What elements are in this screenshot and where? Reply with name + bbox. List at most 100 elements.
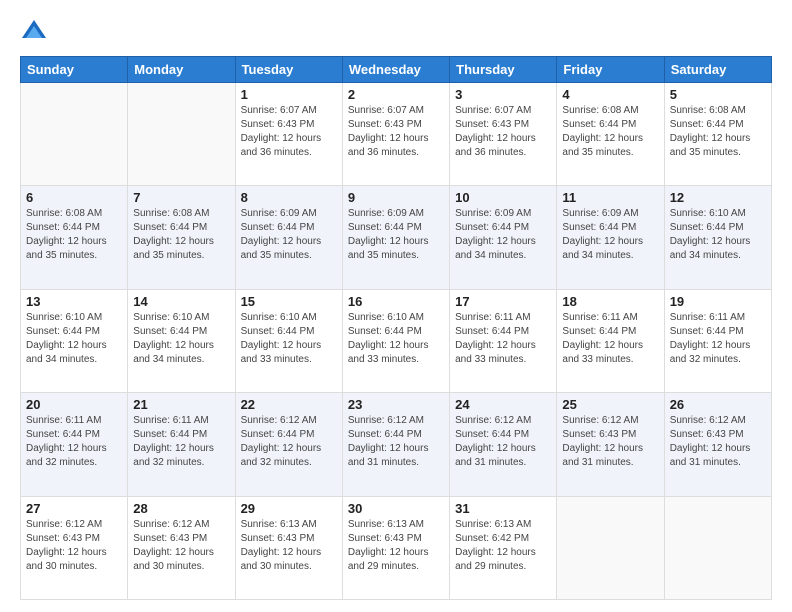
calendar-cell: 9 Sunrise: 6:09 AM Sunset: 6:44 PM Daylig… xyxy=(342,186,449,289)
day-detail: Sunrise: 6:09 AM Sunset: 6:44 PM Dayligh… xyxy=(241,207,337,263)
day-detail: Sunrise: 6:10 AM Sunset: 6:44 PM Dayligh… xyxy=(348,311,444,367)
day-number: 31 xyxy=(455,501,551,516)
day-number: 4 xyxy=(562,87,658,102)
day-detail: Sunrise: 6:10 AM Sunset: 6:44 PM Dayligh… xyxy=(670,207,766,263)
day-number: 18 xyxy=(562,294,658,309)
day-number: 6 xyxy=(26,190,122,205)
day-detail: Sunrise: 6:11 AM Sunset: 6:44 PM Dayligh… xyxy=(26,414,122,470)
day-number: 14 xyxy=(133,294,229,309)
day-detail: Sunrise: 6:09 AM Sunset: 6:44 PM Dayligh… xyxy=(348,207,444,263)
day-number: 22 xyxy=(241,397,337,412)
day-detail: Sunrise: 6:10 AM Sunset: 6:44 PM Dayligh… xyxy=(26,311,122,367)
calendar-cell: 20 Sunrise: 6:11 AM Sunset: 6:44 PM Dayli… xyxy=(21,393,128,496)
calendar-cell xyxy=(557,496,664,599)
day-number: 20 xyxy=(26,397,122,412)
day-number: 3 xyxy=(455,87,551,102)
day-detail: Sunrise: 6:12 AM Sunset: 6:44 PM Dayligh… xyxy=(348,414,444,470)
day-number: 26 xyxy=(670,397,766,412)
day-number: 27 xyxy=(26,501,122,516)
calendar-week-row: 20 Sunrise: 6:11 AM Sunset: 6:44 PM Dayli… xyxy=(21,393,772,496)
day-number: 21 xyxy=(133,397,229,412)
day-detail: Sunrise: 6:12 AM Sunset: 6:44 PM Dayligh… xyxy=(241,414,337,470)
calendar-day-header: Monday xyxy=(128,57,235,83)
header xyxy=(20,18,772,46)
day-number: 30 xyxy=(348,501,444,516)
day-detail: Sunrise: 6:12 AM Sunset: 6:43 PM Dayligh… xyxy=(26,518,122,574)
calendar-week-row: 1 Sunrise: 6:07 AM Sunset: 6:43 PM Daylig… xyxy=(21,83,772,186)
logo-icon xyxy=(20,18,48,46)
day-detail: Sunrise: 6:13 AM Sunset: 6:43 PM Dayligh… xyxy=(348,518,444,574)
day-detail: Sunrise: 6:11 AM Sunset: 6:44 PM Dayligh… xyxy=(133,414,229,470)
calendar-week-row: 6 Sunrise: 6:08 AM Sunset: 6:44 PM Daylig… xyxy=(21,186,772,289)
calendar-day-header: Saturday xyxy=(664,57,771,83)
calendar-day-header: Thursday xyxy=(450,57,557,83)
calendar-cell: 27 Sunrise: 6:12 AM Sunset: 6:43 PM Dayli… xyxy=(21,496,128,599)
day-number: 19 xyxy=(670,294,766,309)
calendar-cell: 14 Sunrise: 6:10 AM Sunset: 6:44 PM Dayli… xyxy=(128,289,235,392)
calendar-cell: 15 Sunrise: 6:10 AM Sunset: 6:44 PM Dayli… xyxy=(235,289,342,392)
day-detail: Sunrise: 6:13 AM Sunset: 6:42 PM Dayligh… xyxy=(455,518,551,574)
calendar-cell: 21 Sunrise: 6:11 AM Sunset: 6:44 PM Dayli… xyxy=(128,393,235,496)
day-detail: Sunrise: 6:07 AM Sunset: 6:43 PM Dayligh… xyxy=(241,104,337,160)
day-number: 28 xyxy=(133,501,229,516)
day-number: 16 xyxy=(348,294,444,309)
calendar-cell: 11Sunrise: 6:09 AM Sunset: 6:44 PM Dayli… xyxy=(557,186,664,289)
day-detail: Sunrise: 6:07 AM Sunset: 6:43 PM Dayligh… xyxy=(455,104,551,160)
calendar-cell xyxy=(21,83,128,186)
day-number: 13 xyxy=(26,294,122,309)
day-number: 9 xyxy=(348,190,444,205)
calendar-week-row: 13 Sunrise: 6:10 AM Sunset: 6:44 PM Dayli… xyxy=(21,289,772,392)
calendar-day-header: Sunday xyxy=(21,57,128,83)
calendar-cell: 31 Sunrise: 6:13 AM Sunset: 6:42 PM Dayli… xyxy=(450,496,557,599)
calendar-cell: 29 Sunrise: 6:13 AM Sunset: 6:43 PM Dayli… xyxy=(235,496,342,599)
calendar-cell: 16 Sunrise: 6:10 AM Sunset: 6:44 PM Dayli… xyxy=(342,289,449,392)
calendar-day-header: Friday xyxy=(557,57,664,83)
calendar-cell: 17Sunrise: 6:11 AM Sunset: 6:44 PM Dayli… xyxy=(450,289,557,392)
calendar-day-header: Tuesday xyxy=(235,57,342,83)
calendar-cell: 23Sunrise: 6:12 AM Sunset: 6:44 PM Dayli… xyxy=(342,393,449,496)
calendar-cell: 19 Sunrise: 6:11 AM Sunset: 6:44 PM Dayli… xyxy=(664,289,771,392)
day-number: 1 xyxy=(241,87,337,102)
calendar-cell: 4 Sunrise: 6:08 AM Sunset: 6:44 PM Daylig… xyxy=(557,83,664,186)
day-number: 5 xyxy=(670,87,766,102)
day-number: 29 xyxy=(241,501,337,516)
day-number: 8 xyxy=(241,190,337,205)
calendar-cell: 22 Sunrise: 6:12 AM Sunset: 6:44 PM Dayli… xyxy=(235,393,342,496)
calendar-cell: 7 Sunrise: 6:08 AM Sunset: 6:44 PM Daylig… xyxy=(128,186,235,289)
day-detail: Sunrise: 6:08 AM Sunset: 6:44 PM Dayligh… xyxy=(133,207,229,263)
day-detail: Sunrise: 6:07 AM Sunset: 6:43 PM Dayligh… xyxy=(348,104,444,160)
day-detail: Sunrise: 6:09 AM Sunset: 6:44 PM Dayligh… xyxy=(562,207,658,263)
day-number: 25 xyxy=(562,397,658,412)
day-detail: Sunrise: 6:10 AM Sunset: 6:44 PM Dayligh… xyxy=(133,311,229,367)
day-detail: Sunrise: 6:13 AM Sunset: 6:43 PM Dayligh… xyxy=(241,518,337,574)
day-number: 7 xyxy=(133,190,229,205)
day-detail: Sunrise: 6:09 AM Sunset: 6:44 PM Dayligh… xyxy=(455,207,551,263)
calendar-cell: 12Sunrise: 6:10 AM Sunset: 6:44 PM Dayli… xyxy=(664,186,771,289)
calendar-cell: 25Sunrise: 6:12 AM Sunset: 6:43 PM Dayli… xyxy=(557,393,664,496)
day-detail: Sunrise: 6:10 AM Sunset: 6:44 PM Dayligh… xyxy=(241,311,337,367)
calendar-cell: 18 Sunrise: 6:11 AM Sunset: 6:44 PM Dayli… xyxy=(557,289,664,392)
calendar-cell: 10Sunrise: 6:09 AM Sunset: 6:44 PM Dayli… xyxy=(450,186,557,289)
calendar-cell: 6 Sunrise: 6:08 AM Sunset: 6:44 PM Daylig… xyxy=(21,186,128,289)
calendar-cell: 5 Sunrise: 6:08 AM Sunset: 6:44 PM Daylig… xyxy=(664,83,771,186)
calendar-cell: 13 Sunrise: 6:10 AM Sunset: 6:44 PM Dayli… xyxy=(21,289,128,392)
calendar-cell: 2 Sunrise: 6:07 AM Sunset: 6:43 PM Daylig… xyxy=(342,83,449,186)
calendar-cell: 8 Sunrise: 6:09 AM Sunset: 6:44 PM Daylig… xyxy=(235,186,342,289)
day-detail: Sunrise: 6:08 AM Sunset: 6:44 PM Dayligh… xyxy=(562,104,658,160)
day-detail: Sunrise: 6:11 AM Sunset: 6:44 PM Dayligh… xyxy=(670,311,766,367)
day-number: 15 xyxy=(241,294,337,309)
day-number: 2 xyxy=(348,87,444,102)
day-detail: Sunrise: 6:12 AM Sunset: 6:44 PM Dayligh… xyxy=(455,414,551,470)
day-detail: Sunrise: 6:12 AM Sunset: 6:43 PM Dayligh… xyxy=(133,518,229,574)
day-number: 24 xyxy=(455,397,551,412)
calendar-cell: 3 Sunrise: 6:07 AM Sunset: 6:43 PM Daylig… xyxy=(450,83,557,186)
day-number: 17 xyxy=(455,294,551,309)
calendar-header-row: SundayMondayTuesdayWednesdayThursdayFrid… xyxy=(21,57,772,83)
calendar-cell xyxy=(664,496,771,599)
day-detail: Sunrise: 6:12 AM Sunset: 6:43 PM Dayligh… xyxy=(670,414,766,470)
day-detail: Sunrise: 6:11 AM Sunset: 6:44 PM Dayligh… xyxy=(562,311,658,367)
calendar-day-header: Wednesday xyxy=(342,57,449,83)
day-detail: Sunrise: 6:08 AM Sunset: 6:44 PM Dayligh… xyxy=(670,104,766,160)
calendar-week-row: 27 Sunrise: 6:12 AM Sunset: 6:43 PM Dayli… xyxy=(21,496,772,599)
day-detail: Sunrise: 6:08 AM Sunset: 6:44 PM Dayligh… xyxy=(26,207,122,263)
